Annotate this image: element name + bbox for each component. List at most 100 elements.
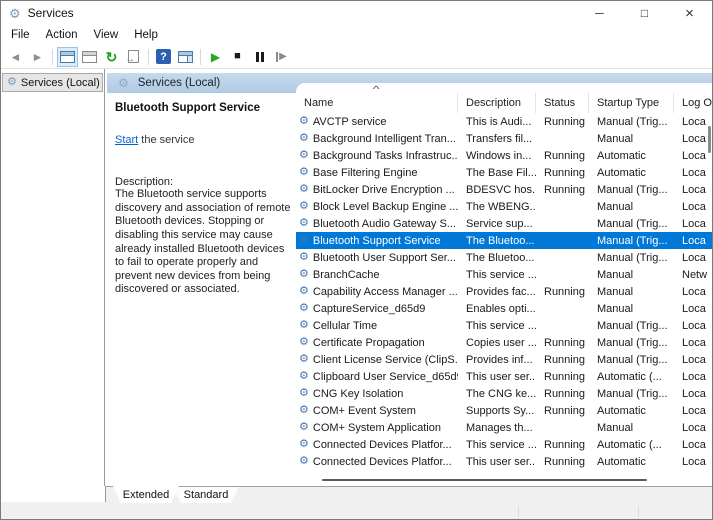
service-description-cell: The CNG ke...	[458, 388, 536, 400]
restart-service-icon: ▶	[276, 52, 287, 62]
service-description-cell: BDESVC hos...	[458, 184, 536, 196]
menu-help[interactable]: Help	[126, 27, 166, 43]
export-list-button[interactable]	[123, 47, 144, 67]
back-button[interactable]: ◄	[5, 47, 26, 67]
pane-header-title: Services (Local)	[138, 77, 220, 89]
service-row[interactable]: ⚙CaptureService_d65d9 Enables opti... Ma…	[296, 300, 712, 317]
service-row[interactable]: ⚙Client License Service (ClipS... Provid…	[296, 351, 712, 368]
service-row[interactable]: ⚙Background Intelligent Tran... Transfer…	[296, 130, 712, 147]
service-row[interactable]: ⚙BitLocker Drive Encryption ... BDESVC h…	[296, 181, 712, 198]
service-row[interactable]: ⚙Bluetooth User Support Ser... The Bluet…	[296, 249, 712, 266]
services-node-icon: ⚙	[7, 77, 17, 88]
service-gear-icon: ⚙	[299, 286, 309, 297]
vertical-scrollbar[interactable]	[708, 126, 711, 153]
tab-extended[interactable]: Extended	[113, 486, 179, 503]
service-status-cell: Running	[536, 439, 589, 451]
service-row[interactable]: ⚙Background Tasks Infrastruc... Windows …	[296, 147, 712, 164]
service-name: Bluetooth User Support Ser...	[313, 252, 456, 264]
properties-button[interactable]	[79, 47, 100, 67]
service-description-cell: This user ser...	[458, 456, 536, 468]
column-header-status[interactable]: Status	[536, 93, 589, 113]
service-action-line: Start the service	[115, 134, 287, 146]
service-row[interactable]: ⚙ Bluetooth Support Service The Bluetoo..…	[296, 232, 712, 249]
service-gear-icon: ⚙	[299, 439, 309, 450]
forward-button[interactable]: ►	[27, 47, 48, 67]
service-row[interactable]: ⚙Certificate Propagation Copies user ...…	[296, 334, 712, 351]
service-row[interactable]: ⚙Bluetooth Audio Gateway S... Service su…	[296, 215, 712, 232]
service-row[interactable]: ⚙AVCTP service This is Audi... Running M…	[296, 113, 712, 130]
menu-file[interactable]: File	[3, 27, 38, 43]
help-button[interactable]: ?	[153, 47, 174, 67]
service-row[interactable]: ⚙Clipboard User Service_d65d9 This user …	[296, 368, 712, 385]
service-name: Bluetooth Support Service	[313, 235, 441, 247]
services-list-panel: ^ Name Description Status Startup Type L…	[296, 83, 712, 486]
service-name: Block Level Backup Engine ...	[313, 201, 458, 213]
service-startup-type-cell: Manual	[589, 303, 674, 315]
toolbar-separator	[52, 49, 53, 65]
service-row[interactable]: ⚙Connected Devices Platfor... This servi…	[296, 436, 712, 453]
toolbar-separator	[200, 49, 201, 65]
service-name: Background Intelligent Tran...	[313, 133, 456, 145]
close-button[interactable]: ×	[667, 1, 712, 25]
refresh-button[interactable]: ↻	[101, 47, 122, 67]
menu-action[interactable]: Action	[38, 27, 86, 43]
service-row[interactable]: ⚙COM+ System Application Manages th... M…	[296, 419, 712, 436]
service-status-cell: Running	[536, 337, 589, 349]
service-gear-icon: ⚙	[299, 354, 309, 365]
menubar: File Action View Help	[1, 25, 712, 45]
show-action-pane-button[interactable]	[175, 47, 196, 67]
start-service-button[interactable]: ▶	[205, 47, 226, 67]
service-startup-type-cell: Manual (Trig...	[589, 354, 674, 366]
service-gear-icon: ⚙	[299, 201, 309, 212]
service-gear-icon: ⚙	[299, 235, 309, 246]
service-startup-type-cell: Manual	[589, 201, 674, 213]
service-name: Cellular Time	[313, 320, 377, 332]
service-row[interactable]: ⚙Capability Access Manager ... Provides …	[296, 283, 712, 300]
service-logon-cell: Loca	[674, 116, 712, 128]
tree-item-services-local[interactable]: ⚙ Services (Local)	[2, 73, 103, 92]
start-service-link[interactable]: Start	[115, 134, 138, 146]
service-description-cell: The Bluetoo...	[458, 235, 536, 247]
column-header-log-on-as[interactable]: Log On As	[674, 93, 712, 113]
tab-standard[interactable]: Standard	[173, 487, 239, 503]
column-header-startup-type[interactable]: Startup Type	[589, 93, 674, 113]
restart-service-button[interactable]: ▶	[271, 47, 292, 67]
horizontal-scrollbar[interactable]	[322, 479, 647, 481]
service-logon-cell: Loca	[674, 439, 712, 451]
show-console-tree-button[interactable]	[57, 47, 78, 67]
pause-service-icon	[256, 52, 264, 62]
service-description-cell: This user ser...	[458, 371, 536, 383]
service-description-cell: This service ...	[458, 439, 536, 451]
service-name: BranchCache	[313, 269, 380, 281]
service-gear-icon: ⚙	[299, 252, 309, 263]
service-name: COM+ System Application	[313, 422, 441, 434]
service-description-cell: Supports Sy...	[458, 405, 536, 417]
service-row[interactable]: ⚙BranchCache This service ... Manual Net…	[296, 266, 712, 283]
service-row[interactable]: ⚙Base Filtering Engine The Base Fil... R…	[296, 164, 712, 181]
column-header-name[interactable]: Name	[296, 93, 458, 113]
menu-view[interactable]: View	[86, 27, 127, 43]
service-name: BitLocker Drive Encryption ...	[313, 184, 455, 196]
service-logon-cell: Loca	[674, 422, 712, 434]
service-description-cell: This service ...	[458, 320, 536, 332]
service-row[interactable]: ⚙COM+ Event System Supports Sy... Runnin…	[296, 402, 712, 419]
service-startup-type-cell: Manual (Trig...	[589, 388, 674, 400]
main-area: ⚙ Services (Local) ⚙ Services (Local) Bl…	[1, 69, 712, 486]
service-gear-icon: ⚙	[299, 388, 309, 399]
refresh-icon: ↻	[106, 50, 118, 64]
service-status-cell: Running	[536, 184, 589, 196]
column-header-description[interactable]: Description	[458, 93, 536, 113]
stop-service-button[interactable]: ■	[227, 47, 248, 67]
service-status-cell: Running	[536, 388, 589, 400]
minimize-button[interactable]: ─	[577, 1, 622, 25]
service-gear-icon: ⚙	[299, 337, 309, 348]
service-row[interactable]: ⚙Connected Devices Platfor... This user …	[296, 453, 712, 470]
maximize-button[interactable]: □	[622, 1, 667, 25]
sort-ascending-icon: ^	[373, 84, 380, 94]
service-row[interactable]: ⚙CNG Key Isolation The CNG ke... Running…	[296, 385, 712, 402]
pause-service-button[interactable]	[249, 47, 270, 67]
service-row[interactable]: ⚙Cellular Time This service ... Manual (…	[296, 317, 712, 334]
service-row[interactable]: ⚙Block Level Backup Engine ... The WBENG…	[296, 198, 712, 215]
service-name: Clipboard User Service_d65d9	[313, 371, 458, 383]
toolbar-separator	[148, 49, 149, 65]
